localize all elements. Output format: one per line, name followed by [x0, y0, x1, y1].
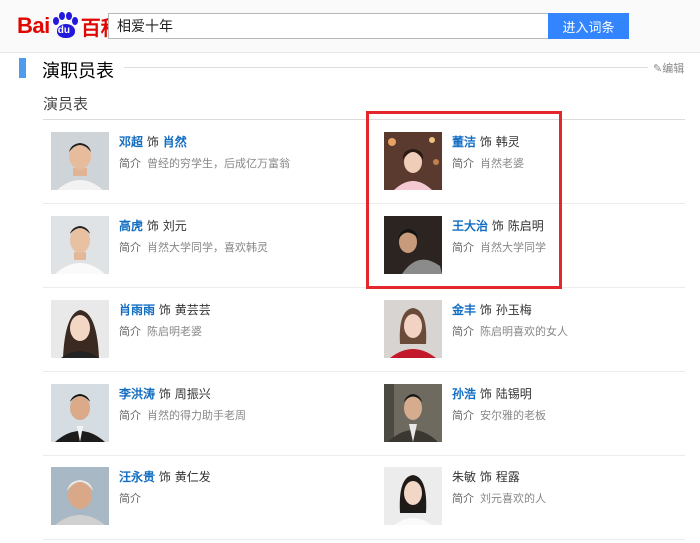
intro-label: 简介: [119, 241, 141, 254]
cast-intro: 简介 肖然大学同学，喜欢韩灵: [119, 239, 268, 255]
actor-name: 朱敏: [452, 470, 477, 484]
intro-text: 陈启明老婆: [147, 325, 202, 338]
intro-label: 简介: [119, 409, 141, 422]
as-text: 饰: [146, 219, 159, 233]
actor-photo[interactable]: [384, 467, 442, 525]
as-text: 饰: [158, 387, 171, 401]
intro-text: 曾经的穷学生，后成亿万富翁: [147, 157, 290, 170]
role-name: 刘元: [162, 219, 187, 233]
paw-toe: [65, 12, 72, 20]
cast-item: 朱敏 饰 程露 简介 刘元喜欢的人: [384, 467, 684, 529]
intro-text: 安尔雅的老板: [480, 409, 546, 422]
cast-item: 孙浩 饰 陆锡明 简介 安尔雅的老板: [384, 384, 684, 446]
row-divider: [43, 539, 685, 540]
paw-icon: du: [51, 12, 79, 40]
logo-du-text: du: [57, 25, 70, 36]
intro-label: 简介: [452, 325, 474, 338]
cast-subtitle: 演员表: [43, 95, 89, 113]
pencil-icon: ✎: [653, 62, 663, 75]
intro-label: 简介: [119, 325, 141, 338]
actor-photo[interactable]: [51, 384, 109, 442]
cast-intro: 简介 陈启明喜欢的女人: [452, 323, 568, 339]
cast-names: 肖雨雨 饰 黄芸芸: [119, 301, 211, 318]
edit-link[interactable]: ✎编辑: [653, 60, 684, 76]
section-title: 演职员表: [42, 61, 114, 82]
actor-name-link[interactable]: 李洪涛: [119, 387, 155, 401]
cast-names: 高虎 饰 刘元: [119, 217, 187, 234]
intro-label: 简介: [452, 409, 474, 422]
highlight-box: [366, 111, 562, 289]
actor-name-link[interactable]: 高虎: [119, 219, 143, 233]
paw-toe: [52, 17, 59, 25]
actor-name-link[interactable]: 邓超: [119, 135, 143, 149]
cast-names: 李洪涛 饰 周振兴: [119, 385, 211, 402]
cast-names: 金丰 饰 孙玉梅: [452, 301, 532, 318]
cast-intro: 简介 安尔雅的老板: [452, 407, 546, 423]
as-text: 饰: [479, 387, 492, 401]
actor-photo[interactable]: [51, 216, 109, 274]
intro-text: 肖然大学同学，喜欢韩灵: [147, 241, 268, 254]
cast-item: 李洪涛 饰 周振兴 简介 肖然的得力助手老周: [51, 384, 351, 446]
cast-intro: 简介 陈启明老婆: [119, 323, 202, 339]
actor-photo[interactable]: [384, 300, 442, 358]
actor-name-link[interactable]: 孙浩: [452, 387, 476, 401]
cast-intro: 简介: [119, 490, 147, 506]
enter-entry-button[interactable]: 进入词条: [548, 13, 629, 39]
paw-toe: [58, 12, 65, 20]
cast-names: 孙浩 饰 陆锡明: [452, 385, 532, 402]
as-text: 饰: [146, 135, 159, 149]
actor-name-link[interactable]: 肖雨雨: [119, 303, 155, 317]
role-name: 孙玉梅: [495, 303, 532, 317]
intro-label: 简介: [452, 492, 474, 505]
as-text: 饰: [158, 303, 171, 317]
paw-toe: [71, 17, 78, 25]
intro-text: 陈启明喜欢的女人: [480, 325, 568, 338]
cast-item: 邓超 饰 肖然 简介 曾经的穷学生，后成亿万富翁: [51, 132, 351, 194]
actor-photo[interactable]: [51, 300, 109, 358]
row-divider: [43, 371, 685, 372]
role-name: 周振兴: [174, 387, 211, 401]
role-name-link[interactable]: 肖然: [163, 135, 187, 149]
intro-label: 简介: [119, 157, 141, 170]
cast-item: 金丰 饰 孙玉梅 简介 陈启明喜欢的女人: [384, 300, 684, 362]
as-text: 饰: [479, 303, 492, 317]
cast-item: 高虎 饰 刘元 简介 肖然大学同学，喜欢韩灵: [51, 216, 351, 278]
cast-intro: 简介 曾经的穷学生，后成亿万富翁: [119, 155, 290, 171]
actor-name-link[interactable]: 汪永贵: [119, 470, 155, 484]
row-divider: [43, 287, 685, 288]
cast-names: 汪永贵 饰 黄仁发: [119, 468, 211, 485]
as-text: 饰: [158, 470, 171, 484]
search-input[interactable]: [108, 13, 548, 39]
role-name: 陆锡明: [495, 387, 532, 401]
baidu-baike-logo[interactable]: Bai du 百科: [17, 10, 121, 42]
row-divider: [43, 455, 685, 456]
actor-name-link[interactable]: 金丰: [452, 303, 476, 317]
actor-photo[interactable]: [51, 467, 109, 525]
actor-photo[interactable]: [51, 132, 109, 190]
cast-item: 汪永贵 饰 黄仁发 简介: [51, 467, 351, 529]
role-name: 黄仁发: [174, 470, 211, 484]
cast-item: 肖雨雨 饰 黄芸芸 简介 陈启明老婆: [51, 300, 351, 362]
role-name: 黄芸芸: [174, 303, 211, 317]
intro-label: 简介: [119, 492, 141, 505]
subtitle-divider: [43, 119, 685, 120]
top-header: Bai du 百科 进入词条: [0, 0, 700, 53]
intro-text: 刘元喜欢的人: [480, 492, 546, 505]
cast-names: 朱敏 饰 程露: [452, 468, 520, 485]
as-text: 饰: [479, 470, 492, 484]
role-name: 程露: [495, 470, 520, 484]
edit-label: 编辑: [662, 62, 685, 75]
intro-text: 肖然的得力助手老周: [147, 409, 246, 422]
section-marker: [19, 58, 26, 78]
logo-bai-text: Bai: [17, 13, 50, 38]
cast-names: 邓超 饰 肖然: [119, 133, 187, 150]
cast-intro: 简介 刘元喜欢的人: [452, 490, 546, 506]
cast-intro: 简介 肖然的得力助手老周: [119, 407, 246, 423]
row-divider: [43, 203, 685, 204]
section-divider: [124, 67, 648, 68]
actor-photo[interactable]: [384, 384, 442, 442]
